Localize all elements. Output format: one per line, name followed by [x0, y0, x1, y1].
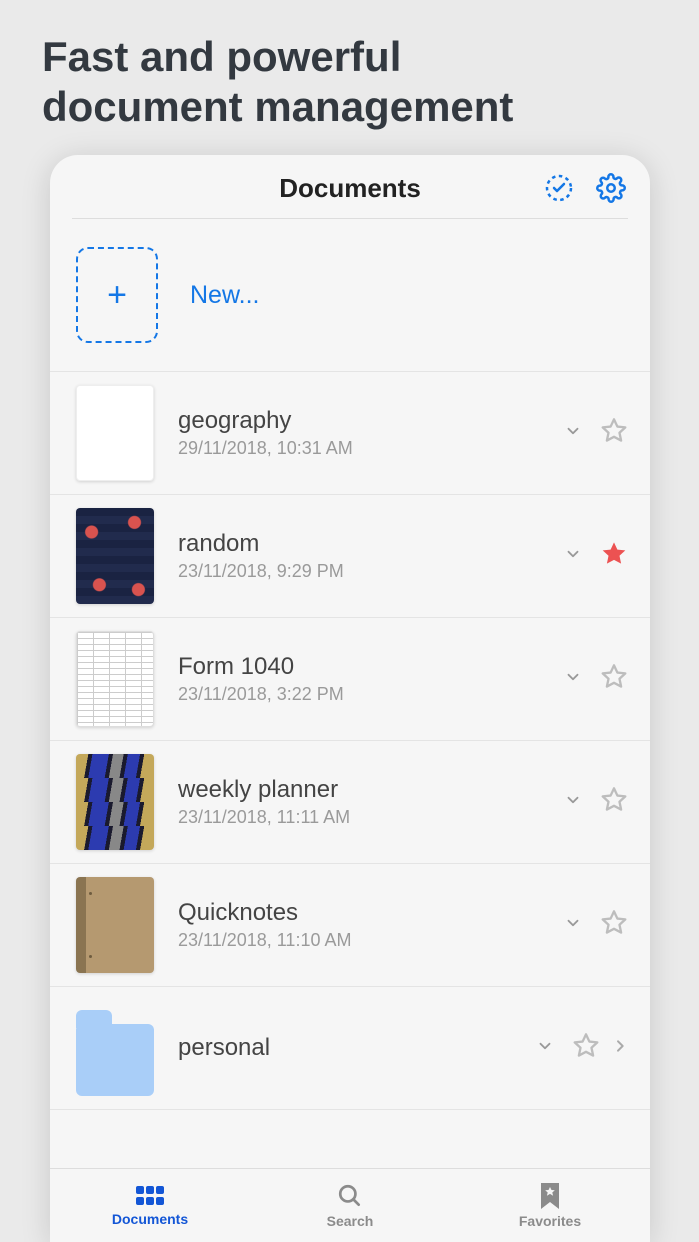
document-thumbnail — [76, 1000, 154, 1096]
chevron-down-icon[interactable] — [564, 422, 582, 445]
chevron-down-icon[interactable] — [564, 545, 582, 568]
document-actions — [564, 540, 628, 573]
select-icon[interactable] — [544, 173, 574, 208]
star-outline-icon[interactable] — [600, 663, 628, 696]
document-title: geography — [178, 407, 540, 435]
tab-documents-label: Documents — [112, 1211, 188, 1227]
document-info: weekly planner 23/11/2018, 11:11 AM — [178, 776, 540, 828]
document-date: 23/11/2018, 3:22 PM — [178, 684, 540, 705]
star-outline-icon[interactable] — [600, 786, 628, 819]
chevron-down-icon[interactable] — [564, 668, 582, 691]
document-actions — [536, 1032, 628, 1065]
new-document-label: New... — [190, 281, 259, 310]
gear-icon[interactable] — [596, 173, 626, 208]
tab-search[interactable]: Search — [250, 1169, 450, 1242]
document-date: 23/11/2018, 9:29 PM — [178, 561, 540, 582]
app-screen: Documents + New... geography2 — [50, 155, 650, 1242]
bookmark-icon — [539, 1183, 561, 1209]
header: Documents — [50, 155, 650, 218]
document-title: Form 1040 — [178, 653, 540, 681]
document-row[interactable]: Quicknotes 23/11/2018, 11:10 AM — [50, 864, 650, 987]
plus-icon: + — [107, 278, 127, 312]
document-row[interactable]: random 23/11/2018, 9:29 PM — [50, 495, 650, 618]
tab-bar: Documents Search Favorites — [50, 1168, 650, 1242]
document-actions — [564, 663, 628, 696]
tab-search-label: Search — [327, 1213, 374, 1229]
document-info: random 23/11/2018, 9:29 PM — [178, 530, 540, 582]
tab-documents[interactable]: Documents — [50, 1169, 250, 1242]
document-actions — [564, 909, 628, 942]
document-title: Quicknotes — [178, 899, 540, 927]
new-document-row[interactable]: + New... — [50, 219, 650, 371]
document-row[interactable]: weekly planner 23/11/2018, 11:11 AM — [50, 741, 650, 864]
document-thumbnail — [76, 877, 154, 973]
document-date: 23/11/2018, 11:10 AM — [178, 930, 540, 951]
document-info: Quicknotes 23/11/2018, 11:10 AM — [178, 899, 540, 951]
marketing-line2: document management — [42, 82, 699, 132]
star-outline-icon[interactable] — [572, 1032, 600, 1065]
header-actions — [544, 173, 626, 208]
chevron-down-icon[interactable] — [536, 1037, 554, 1060]
document-row[interactable]: geography 29/11/2018, 10:31 AM — [50, 371, 650, 495]
document-title: random — [178, 530, 540, 558]
document-actions — [564, 786, 628, 819]
new-document-placeholder[interactable]: + — [76, 247, 158, 343]
search-icon — [337, 1183, 363, 1209]
document-info: geography 29/11/2018, 10:31 AM — [178, 407, 540, 459]
star-filled-icon[interactable] — [600, 540, 628, 573]
document-row[interactable]: Form 1040 23/11/2018, 3:22 PM — [50, 618, 650, 741]
tab-favorites-label: Favorites — [519, 1213, 581, 1229]
document-thumbnail — [76, 754, 154, 850]
grid-icon — [135, 1185, 165, 1207]
star-outline-icon[interactable] — [600, 909, 628, 942]
document-info: Form 1040 23/11/2018, 3:22 PM — [178, 653, 540, 705]
chevron-right-icon[interactable] — [612, 1035, 628, 1062]
document-date: 23/11/2018, 11:11 AM — [178, 807, 540, 828]
marketing-line1: Fast and powerful — [42, 32, 699, 82]
document-actions — [564, 417, 628, 450]
document-thumbnail — [76, 631, 154, 727]
star-outline-icon[interactable] — [600, 417, 628, 450]
document-date: 29/11/2018, 10:31 AM — [178, 438, 540, 459]
document-row[interactable]: personal — [50, 987, 650, 1110]
document-title: weekly planner — [178, 776, 540, 804]
document-list: geography 29/11/2018, 10:31 AM random 23/11… — [50, 371, 650, 1110]
chevron-down-icon[interactable] — [564, 914, 582, 937]
document-thumbnail — [76, 508, 154, 604]
marketing-headline: Fast and powerful document management — [0, 0, 699, 133]
content-area: + New... geography 29/11/2018, 10:31 AM ra… — [50, 219, 650, 1168]
document-thumbnail — [76, 385, 154, 481]
tab-favorites[interactable]: Favorites — [450, 1169, 650, 1242]
chevron-down-icon[interactable] — [564, 791, 582, 814]
document-info: personal — [178, 1034, 512, 1062]
document-title: personal — [178, 1034, 512, 1062]
